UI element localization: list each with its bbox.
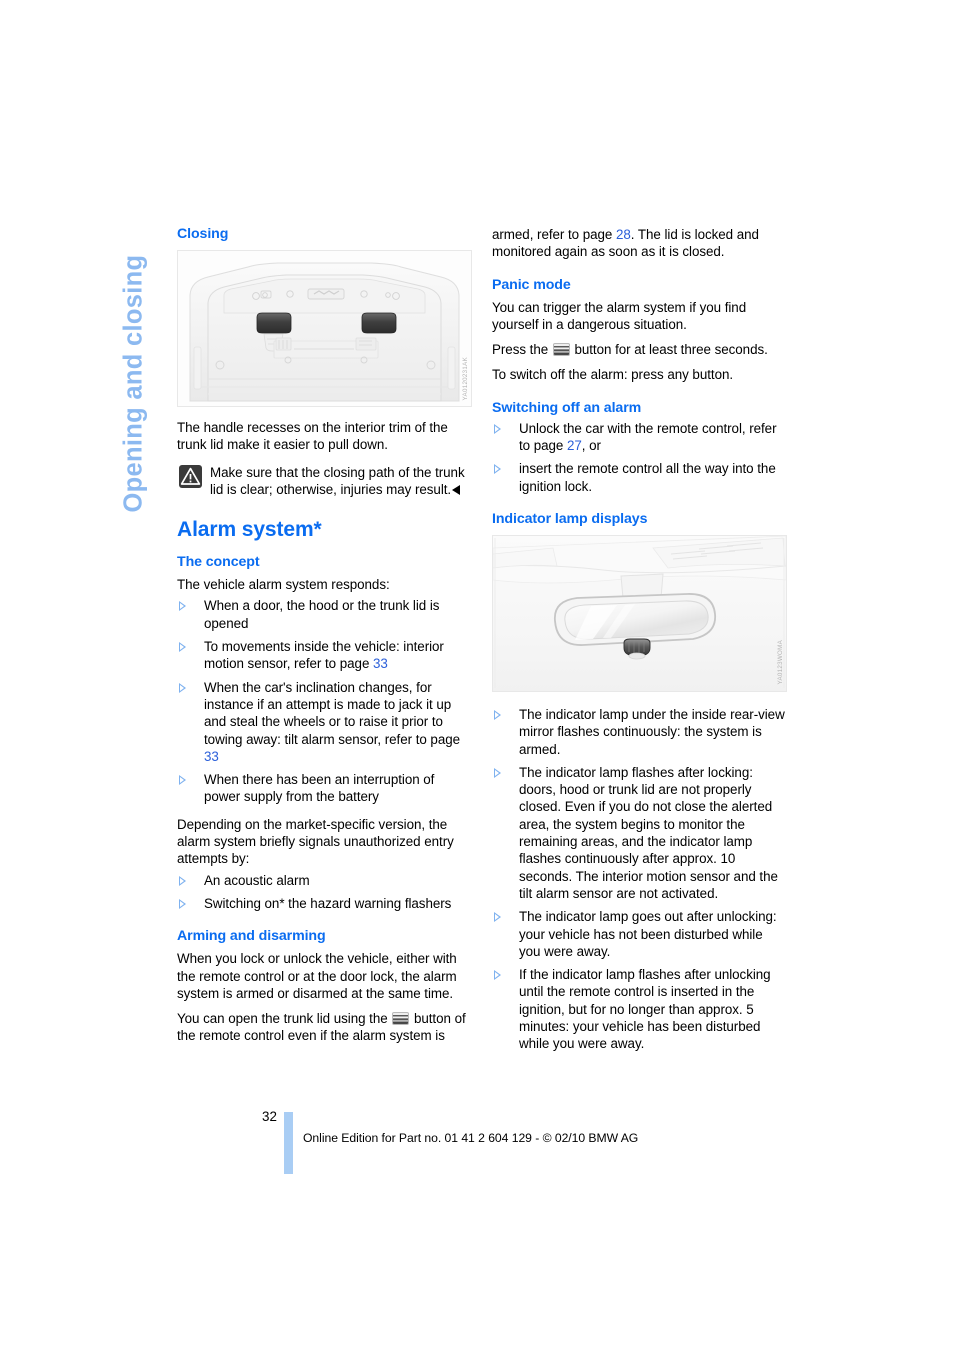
list-item-text: When the car's inclination changes, for … xyxy=(204,679,461,747)
list-item: The indicator lamp flashes after locking… xyxy=(492,764,787,902)
switching-off-bullet-list: Unlock the car with the remote control, … xyxy=(492,420,787,495)
bullet-triangle-icon xyxy=(179,601,186,612)
continued-paragraph: armed, refer to page 28. The lid is lock… xyxy=(492,226,787,261)
bullet-triangle-icon xyxy=(494,423,501,434)
bullet-triangle-icon xyxy=(494,912,501,923)
closing-body-text: The handle recesses on the interior trim… xyxy=(177,420,448,453)
bullet-triangle-icon xyxy=(179,775,186,786)
list-item: Unlock the car with the remote control, … xyxy=(492,420,787,455)
page-number: 32 xyxy=(262,1109,277,1124)
page-reference[interactable]: 28 xyxy=(616,227,631,242)
list-item: To movements inside the vehicle: interio… xyxy=(177,638,472,673)
list-item: insert the remote control all the way in… xyxy=(492,460,787,495)
trunk-release-button-icon xyxy=(392,1012,410,1026)
note-end-marker xyxy=(452,484,461,495)
arming-disarming-heading: Arming and disarming xyxy=(177,928,326,945)
page-reference[interactable]: 33 xyxy=(373,656,388,671)
panic-mode-paragraph-3: To switch off the alarm: press any butto… xyxy=(492,367,734,383)
list-item-text: The indicator lamp under the inside rear… xyxy=(519,706,785,757)
continued-text-before: armed, refer to page xyxy=(492,227,616,242)
rear-view-mirror-illustration xyxy=(493,535,786,691)
bullet-triangle-icon xyxy=(179,642,186,653)
bullet-triangle-icon xyxy=(494,767,501,778)
trunk-release-button-icon xyxy=(552,343,570,357)
panic-mode-heading: Panic mode xyxy=(492,276,571,293)
list-item-text-after: , or xyxy=(581,438,601,454)
indicator-lamp-heading: Indicator lamp displays xyxy=(492,510,648,527)
list-item: An acoustic alarm xyxy=(177,872,472,889)
list-item-text: To movements inside the vehicle: interio… xyxy=(204,639,444,672)
indicator-lamp-bullet-list: The indicator lamp under the inside rear… xyxy=(492,706,787,1053)
panic-mode-paragraph-1: You can trigger the alarm system if you … xyxy=(492,299,747,332)
bullet-triangle-icon xyxy=(494,464,501,475)
bullet-triangle-icon xyxy=(494,709,501,720)
the-concept-heading: The concept xyxy=(177,554,260,571)
concept-intro-text: The vehicle alarm system responds: xyxy=(177,577,390,593)
trunk-lid-figure: YA0120231AK xyxy=(177,250,472,407)
left-column: Closing YA0120231AK The handle recesses … xyxy=(177,226,472,1045)
market-specific-note: Depending on the market-specific version… xyxy=(177,816,454,867)
list-item-text: When a door, the hood or the trunk lid i… xyxy=(204,598,440,631)
list-item-text: An acoustic alarm xyxy=(204,872,310,888)
list-item: The indicator lamp under the inside rear… xyxy=(492,706,787,758)
list-item-text: If the indicator lamp flashes after unlo… xyxy=(519,967,771,1052)
alarm-system-heading: Alarm system* xyxy=(177,518,322,542)
page-reference[interactable]: 27 xyxy=(567,438,582,453)
trunk-lid-illustration xyxy=(178,251,471,406)
list-item-text: When there has been an interruption of p… xyxy=(204,772,435,805)
switching-off-heading: Switching off an alarm xyxy=(492,399,642,416)
chapter-title: Opening and closing xyxy=(119,254,148,513)
footer-edition-text: Online Edition for Part no. 01 41 2 604 … xyxy=(303,1131,639,1145)
figure-code: YA0123WOMA xyxy=(777,640,784,685)
list-item: When a door, the hood or the trunk lid i… xyxy=(177,597,472,632)
right-column: armed, refer to page 28. The lid is lock… xyxy=(492,226,787,1053)
margin-accent-bar xyxy=(284,1112,293,1174)
panic-text-after: button for at least three seconds. xyxy=(570,342,768,358)
panic-mode-paragraph-2: Press the button for at least three seco… xyxy=(492,341,787,358)
warning-note-text: Make sure that the closing path of the t… xyxy=(210,464,465,497)
arming-paragraph-1: When you lock or unlock the vehicle, eit… xyxy=(177,951,457,1001)
manual-page: Opening and closing Closing YA0120231AK … xyxy=(0,0,954,1350)
page-reference[interactable]: 33 xyxy=(204,749,219,764)
list-item-text: The indicator lamp goes out after unlock… xyxy=(519,909,777,959)
page-footer: 32 Online Edition for Part no. 01 41 2 6… xyxy=(0,1108,954,1188)
arming-paragraph-2: You can open the trunk lid using the but… xyxy=(177,1010,472,1045)
closing-heading: Closing xyxy=(177,226,229,242)
figure-code: YA0120231AK xyxy=(462,356,469,400)
bullet-triangle-icon xyxy=(179,682,186,693)
warning-triangle-icon xyxy=(179,464,202,488)
panic-text-before: Press the xyxy=(492,342,552,358)
list-item: When there has been an interruption of p… xyxy=(177,771,472,806)
list-item: When the car's inclination changes, for … xyxy=(177,679,472,765)
bullet-triangle-icon xyxy=(179,875,186,886)
rear-view-mirror-figure: YA0123WOMA xyxy=(492,534,787,692)
signal-bullet-list: An acoustic alarm Switching on* the haza… xyxy=(177,872,472,913)
concept-bullet-list: When a door, the hood or the trunk lid i… xyxy=(177,597,472,805)
list-item: The indicator lamp goes out after unlock… xyxy=(492,908,787,960)
list-item-text: Switching on* the hazard warning flasher… xyxy=(204,895,452,911)
list-item-text: The indicator lamp flashes after locking… xyxy=(519,764,778,901)
closing-warning-note: Make sure that the closing path of the t… xyxy=(177,464,472,499)
arming-text-before: You can open the trunk lid using the xyxy=(177,1011,392,1027)
list-item: Switching on* the hazard warning flasher… xyxy=(177,895,472,912)
bullet-triangle-icon xyxy=(179,898,186,909)
bullet-triangle-icon xyxy=(494,970,501,981)
chapter-side-tab: Opening and closing xyxy=(104,228,164,528)
list-item-text: insert the remote control all the way in… xyxy=(519,461,776,494)
list-item-text: Unlock the car with the remote control, … xyxy=(519,420,777,454)
list-item: If the indicator lamp flashes after unlo… xyxy=(492,966,787,1052)
